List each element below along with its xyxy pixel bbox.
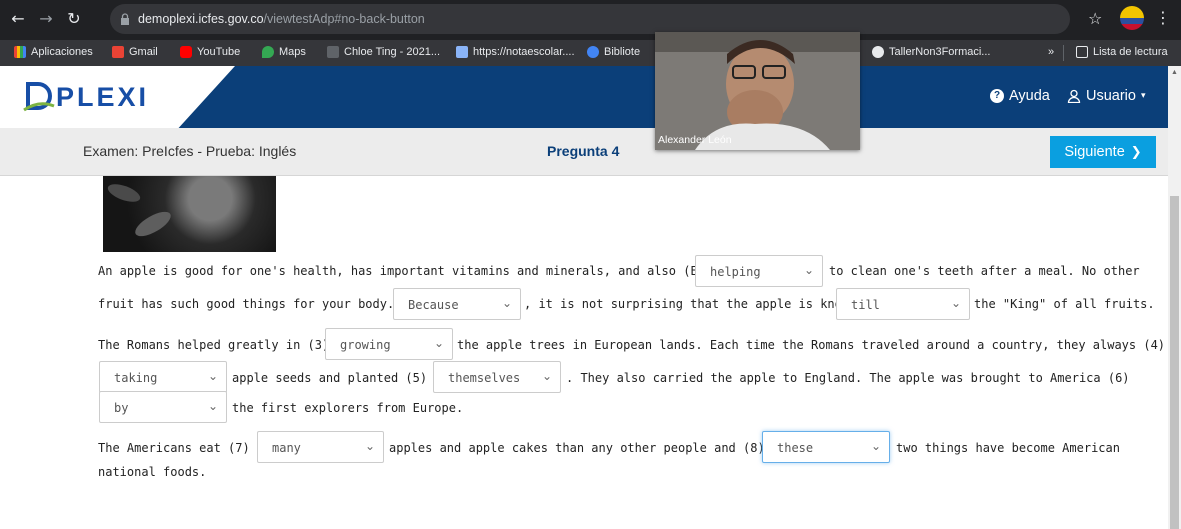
bookmarks-bar: Aplicaciones Gmail YouTube Maps Chloe Ti… xyxy=(0,40,1181,66)
passage-text: The Americans eat (7) xyxy=(98,441,250,455)
bookmarks-divider xyxy=(1063,45,1064,61)
chevron-down-icon: ⌄ xyxy=(803,263,814,277)
scrollbar-thumb[interactable] xyxy=(1170,196,1179,529)
passage-text: fruit has such good things for your body… xyxy=(98,297,424,311)
plexi-logo-icon xyxy=(23,82,55,112)
select-q5[interactable]: themselves ⌄ xyxy=(433,361,561,393)
select-value: Because xyxy=(408,298,459,312)
reading-list-button[interactable]: Lista de lectura xyxy=(1076,46,1168,58)
next-label: Siguiente xyxy=(1064,144,1125,160)
lock-icon xyxy=(121,13,129,25)
chevron-down-icon: ⌄ xyxy=(541,369,552,383)
user-icon xyxy=(1067,89,1081,103)
leaf-shape xyxy=(131,207,175,241)
select-q2[interactable]: till ⌄ xyxy=(836,288,970,320)
select-value: many xyxy=(272,441,301,455)
passage-text: , it is not surprising that the apple is… xyxy=(524,297,886,311)
bookmark-taller[interactable]: TallerNon3Formaci... xyxy=(872,46,990,58)
bookmark-maps[interactable]: Maps xyxy=(262,46,306,58)
question-number: Pregunta 4 xyxy=(547,143,620,159)
apple-image xyxy=(103,176,276,252)
leaf-shape xyxy=(105,180,143,206)
chevron-down-icon: ⌄ xyxy=(501,296,512,310)
user-menu[interactable]: Usuario ▾ xyxy=(1067,88,1146,104)
url-text: demoplexi.icfes.gov.co/viewtestAdp#no-ba… xyxy=(138,12,425,26)
bookmark-gmail[interactable]: Gmail xyxy=(112,46,158,58)
exam-bar: Examen: PreIcfes - Prueba: Inglés Pregun… xyxy=(0,128,1168,176)
select-value: till xyxy=(851,298,880,312)
chevron-right-icon: ❯ xyxy=(1130,144,1142,160)
more-menu-icon[interactable]: ⋮ xyxy=(1155,8,1171,27)
select-q8[interactable]: these ⌄ xyxy=(762,431,890,463)
chevron-down-icon: ⌄ xyxy=(207,369,218,383)
browser-toolbar: ← → ↻ demoplexi.icfes.gov.co/viewtestAdp… xyxy=(0,0,1181,40)
page-scrollbar[interactable]: ▲ xyxy=(1168,66,1181,529)
globe-icon xyxy=(587,46,599,58)
select-value: by xyxy=(114,401,129,415)
forward-arrow-icon[interactable]: → xyxy=(36,9,56,29)
participant-video xyxy=(655,32,860,150)
select-value: helping xyxy=(710,265,761,279)
help-label: Ayuda xyxy=(1009,88,1050,104)
passage-text: An apple is good for one's health, has i… xyxy=(98,264,749,278)
bookmark-apps[interactable]: Aplicaciones xyxy=(14,46,93,58)
passage-text: two things have become American xyxy=(896,441,1120,455)
select-value: taking xyxy=(114,371,158,385)
bookmark-biblioteca[interactable]: Bibliote xyxy=(587,46,640,58)
select-q3[interactable]: growing ⌄ xyxy=(325,328,453,360)
select-q7[interactable]: many ⌄ xyxy=(257,431,384,463)
passage-text: the "King" of all fruits. xyxy=(974,297,1155,311)
select-q4[interactable]: taking ⌄ xyxy=(99,361,227,393)
passage-text: apple seeds and planted (5) xyxy=(232,371,428,385)
select-q1[interactable]: Because ⌄ xyxy=(393,288,521,320)
pencil-icon xyxy=(456,46,468,58)
page-icon xyxy=(327,46,339,58)
select-example[interactable]: helping ⌄ xyxy=(695,255,823,287)
globe-icon xyxy=(872,46,884,58)
star-icon[interactable]: ☆ xyxy=(1088,9,1102,28)
gmail-icon xyxy=(112,46,124,58)
exam-title: Examen: PreIcfes - Prueba: Inglés xyxy=(83,143,297,159)
app-header: PLEXI ? Ayuda Usuario ▾ xyxy=(0,66,1168,128)
select-value: growing xyxy=(340,338,391,352)
passage-text: the apple trees in European lands. Each … xyxy=(457,338,1166,352)
passage-text: the first explorers from Europe. xyxy=(232,401,464,415)
select-q6[interactable]: by ⌄ xyxy=(99,391,227,423)
maps-pin-icon xyxy=(262,46,274,58)
youtube-icon xyxy=(180,46,192,58)
caret-down-icon: ▾ xyxy=(1140,91,1146,101)
scroll-up-arrow-icon[interactable]: ▲ xyxy=(1168,69,1181,76)
passage-text: . They also carried the apple to England… xyxy=(566,371,1130,385)
reload-icon[interactable]: ↻ xyxy=(64,9,84,29)
chevron-down-icon: ⌄ xyxy=(950,296,961,310)
bookmark-youtube[interactable]: YouTube xyxy=(180,46,240,58)
profile-avatar[interactable] xyxy=(1120,6,1144,30)
passage-text: to clean one's teeth after a meal. No ot… xyxy=(829,264,1140,278)
plexi-logo-text: PLEXI xyxy=(56,82,150,112)
bookmarks-overflow-button[interactable]: » xyxy=(1048,46,1054,58)
bookmark-notaescolar[interactable]: https://notaescolar.... xyxy=(456,46,575,58)
participant-name: Alexander León xyxy=(658,134,732,146)
bookmark-chloe-ting[interactable]: Chloe Ting - 2021... xyxy=(327,46,440,58)
reading-list-icon xyxy=(1076,46,1088,58)
chevron-down-icon: ⌄ xyxy=(207,399,218,413)
back-arrow-icon[interactable]: ← xyxy=(8,9,28,29)
help-link[interactable]: ? Ayuda xyxy=(990,88,1050,104)
next-button[interactable]: Siguiente ❯ xyxy=(1050,136,1156,168)
video-call-overlay[interactable]: Alexander León xyxy=(655,32,860,150)
select-value: themselves xyxy=(448,371,521,385)
chevron-down-icon: ⌄ xyxy=(433,336,444,350)
select-value: these xyxy=(777,441,814,455)
passage-text: The Romans helped greatly in (3) xyxy=(98,338,330,352)
help-icon: ? xyxy=(990,89,1004,103)
passage-text: national foods. xyxy=(98,465,207,479)
apps-grid-icon xyxy=(14,46,26,58)
address-bar[interactable]: demoplexi.icfes.gov.co/viewtestAdp#no-ba… xyxy=(110,4,1070,34)
chevron-down-icon: ⌄ xyxy=(364,439,375,453)
passage-text: apples and apple cakes than any other pe… xyxy=(389,441,765,455)
chevron-down-icon: ⌄ xyxy=(870,439,881,453)
user-label: Usuario xyxy=(1086,88,1136,104)
